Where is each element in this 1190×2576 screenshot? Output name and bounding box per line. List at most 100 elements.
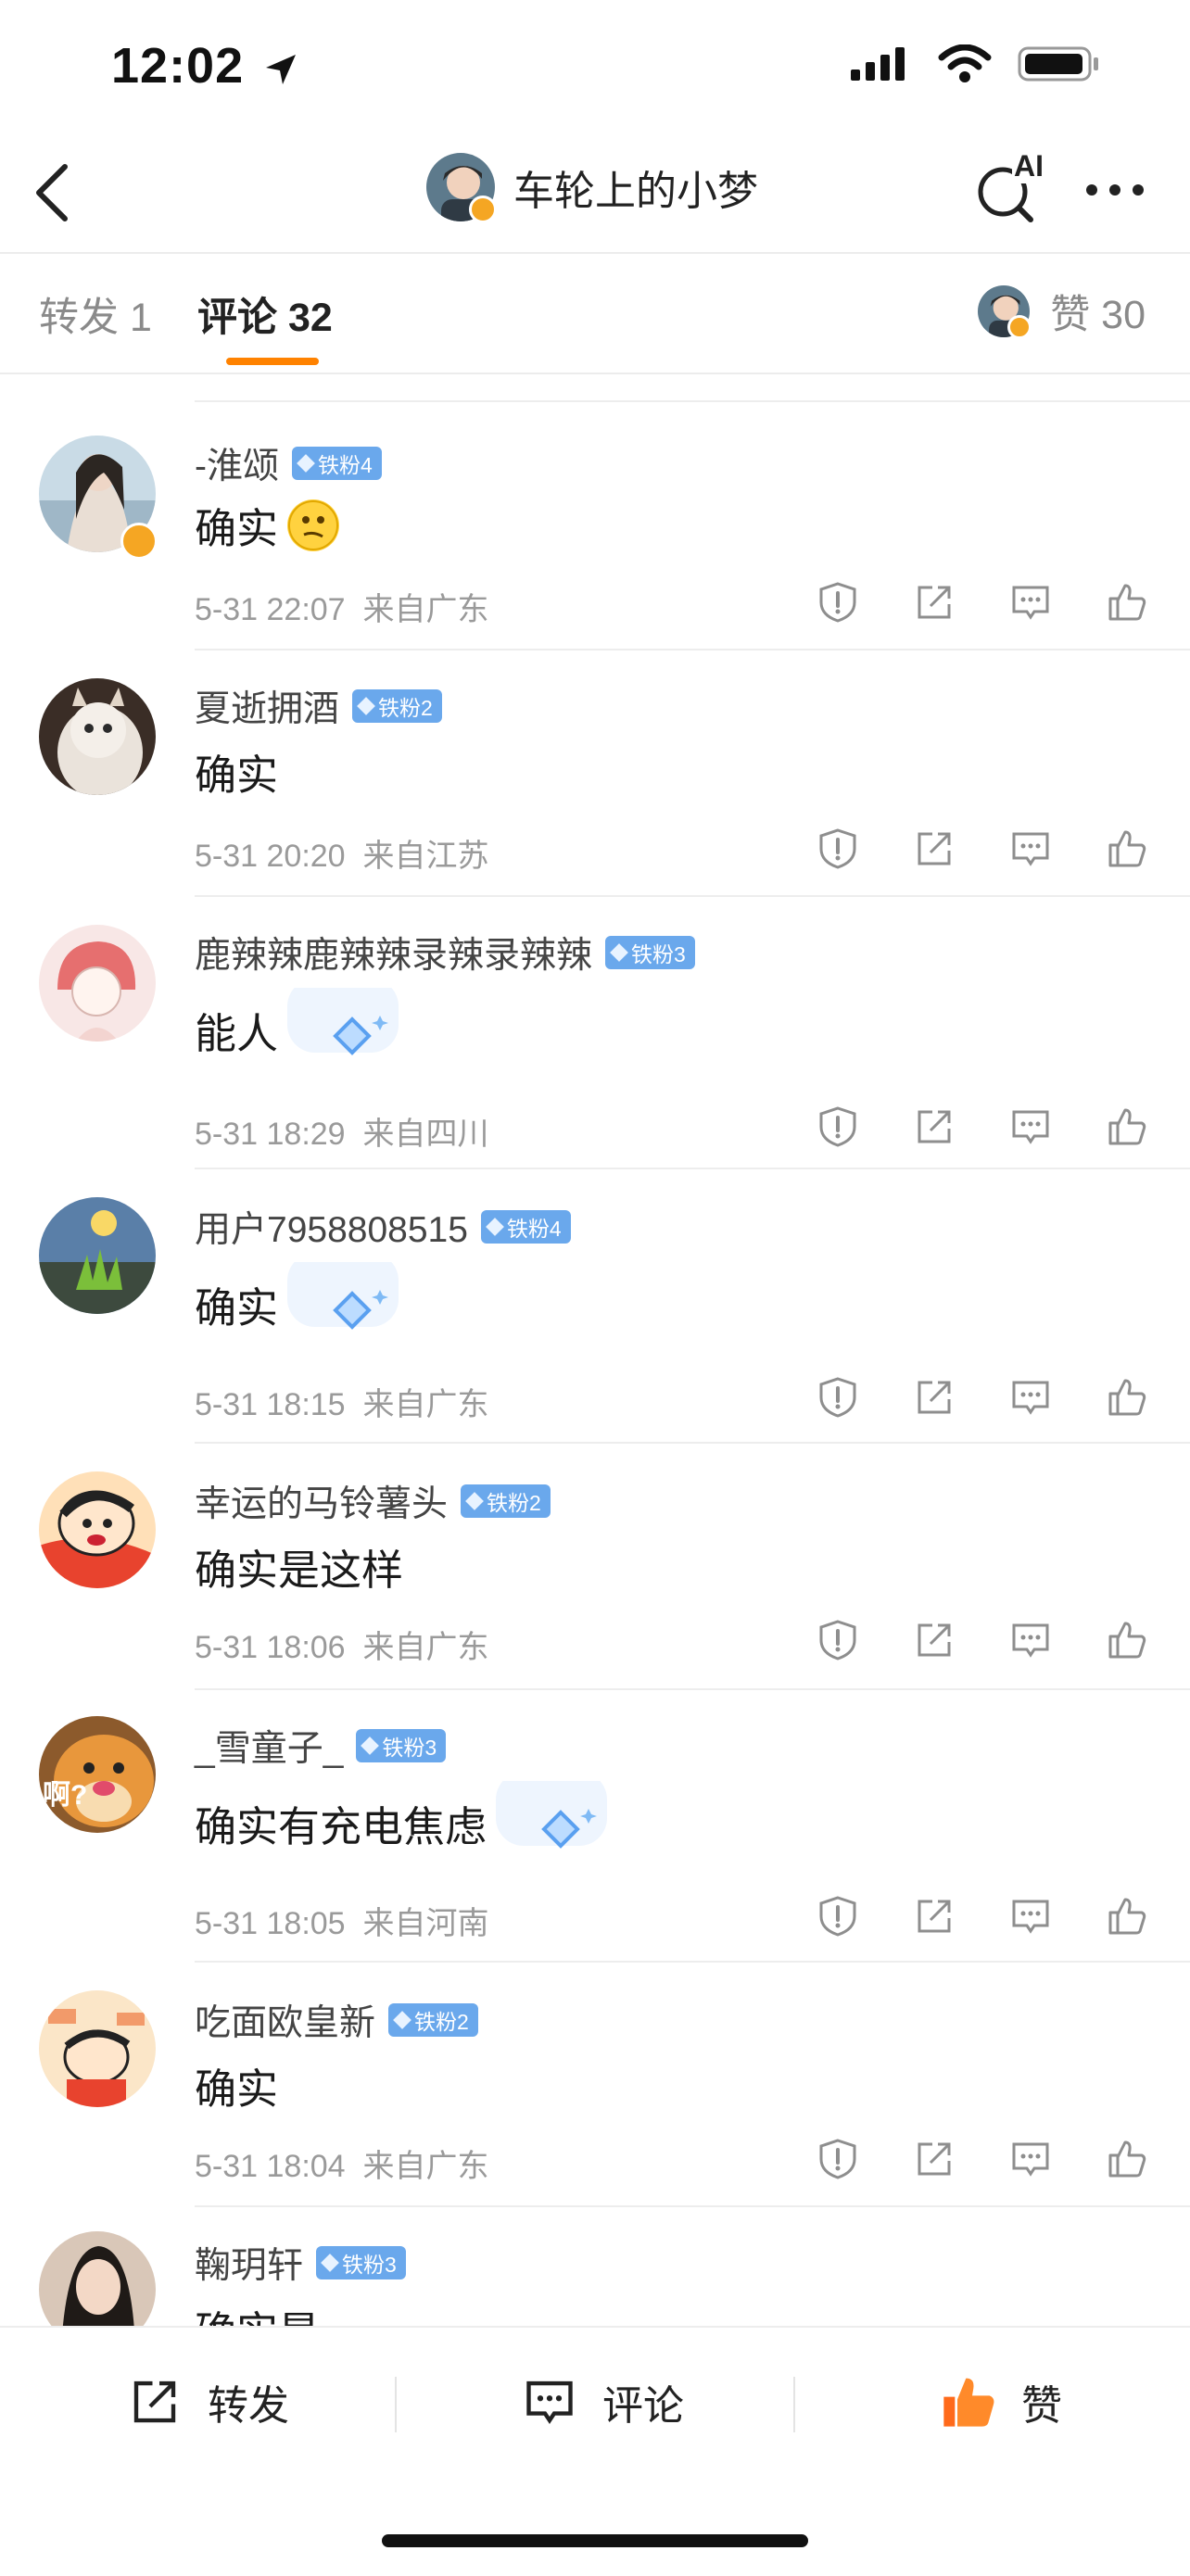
back-button[interactable] [26, 156, 82, 230]
bottom-forward-button[interactable]: 转发 [122, 2372, 289, 2431]
fan-badge: 铁粉4 [292, 447, 382, 480]
diamond-sticker-icon [287, 979, 417, 1071]
diamond-icon [297, 454, 315, 473]
fan-badge: 铁粉3 [356, 1729, 447, 1762]
header-avatar[interactable] [426, 153, 497, 223]
comment-username[interactable]: 鹿辣辣鹿辣辣录辣录辣辣 铁粉3 [195, 927, 695, 979]
comment-username[interactable]: 用户7958808515 铁粉4 [195, 1201, 571, 1253]
comment-username[interactable]: _雪童子_ 铁粉3 [195, 1720, 447, 1772]
fan-badge-text: 铁粉3 [631, 942, 686, 966]
avatar[interactable]: 啊? [39, 1716, 156, 1833]
comment-text-content: 确实是 [195, 2298, 320, 2326]
reply-icon[interactable] [1008, 1618, 1053, 1662]
share-icon[interactable] [912, 1618, 956, 1662]
username-text: 用户7958808515 [195, 1210, 468, 1250]
comment-meta: 5-31 18:04 来自广东 [195, 2140, 489, 2186]
avatar[interactable] [39, 1990, 156, 2107]
thumbs-up-icon[interactable] [1105, 2137, 1149, 2181]
thumbs-up-icon[interactable] [1105, 827, 1149, 871]
shield-report-icon[interactable] [816, 2137, 860, 2181]
reply-icon[interactable] [1008, 1894, 1053, 1938]
diamond-sticker-icon [287, 1253, 417, 1345]
comment-time: 5-31 18:05 [195, 1906, 346, 1941]
status-icons [849, 44, 1101, 83]
bottom-divider [793, 2377, 795, 2432]
comment-meta: 5-31 18:06 来自广东 [195, 1622, 489, 1667]
comment-username[interactable]: -淮颂 铁粉4 [195, 437, 382, 489]
thumbs-up-filled-icon [943, 2378, 994, 2427]
share-icon[interactable] [912, 1105, 956, 1149]
comment-time: 5-31 18:06 [195, 1630, 346, 1665]
bottom-comment-button[interactable]: 评论 [517, 2372, 684, 2431]
fan-badge-text: 铁粉2 [487, 1491, 541, 1515]
fan-badge: 铁粉2 [388, 2003, 478, 2037]
chevron-left-icon [36, 164, 68, 221]
avatar[interactable] [39, 1471, 156, 1588]
share-icon[interactable] [912, 2137, 956, 2181]
reply-icon[interactable] [1008, 2137, 1053, 2181]
shield-report-icon[interactable] [816, 1375, 860, 1420]
comment-text: 能人 [195, 979, 417, 1071]
fan-badge-text: 铁粉4 [318, 453, 373, 477]
avatar[interactable] [39, 2231, 156, 2326]
comment-actions [816, 1618, 1149, 1662]
diamond-icon [465, 1492, 484, 1510]
avatar[interactable] [39, 1197, 156, 1314]
reply-icon[interactable] [1008, 1105, 1053, 1149]
comment-separator [195, 649, 1190, 650]
fan-badge: 铁粉2 [461, 1484, 551, 1518]
thumbs-up-icon[interactable] [1105, 1105, 1149, 1149]
more-button[interactable] [1082, 176, 1147, 204]
reply-icon[interactable] [1008, 1375, 1053, 1420]
comment-actions [816, 1894, 1149, 1938]
reply-icon[interactable] [1008, 827, 1053, 871]
thumbs-up-icon[interactable] [1105, 1894, 1149, 1938]
comment-meta: 5-31 18:29 来自四川 [195, 1108, 489, 1154]
comment-item[interactable]: 鞠玥轩 铁粉3 确实是 [0, 2205, 1190, 2326]
shield-report-icon[interactable] [816, 580, 860, 625]
shield-report-icon[interactable] [816, 1618, 860, 1662]
comment-separator [195, 1961, 1190, 1963]
shield-report-icon[interactable] [816, 1894, 860, 1938]
comment-time: 5-31 18:29 [195, 1117, 346, 1152]
comment-username[interactable]: 鞠玥轩 铁粉3 [195, 2237, 406, 2289]
likes-count: 赞 30 [1050, 293, 1146, 337]
share-icon[interactable] [912, 827, 956, 871]
share-icon[interactable] [912, 1894, 956, 1938]
comment-time: 5-31 22:07 [195, 592, 346, 627]
username-text: 夏逝拥酒 [195, 689, 340, 729]
thumbs-up-icon[interactable] [1105, 1375, 1149, 1420]
diamond-icon [321, 2254, 339, 2272]
tab-comment[interactable]: 评论 32 [197, 285, 333, 343]
avatar[interactable] [39, 925, 156, 1042]
comment-text-content: 确实 [195, 2065, 279, 2113]
tab-active-indicator [226, 358, 319, 365]
signal-icon [851, 47, 905, 81]
comment-username[interactable]: 幸运的马铃薯头 铁粉2 [195, 1475, 551, 1527]
thumbs-up-icon[interactable] [1105, 1618, 1149, 1662]
tab-likes[interactable]: 赞 30 [978, 283, 1146, 340]
thumbs-up-icon[interactable] [1105, 580, 1149, 625]
avatar[interactable] [39, 678, 156, 795]
reply-icon[interactable] [1008, 580, 1053, 625]
fan-badge-text: 铁粉2 [414, 2010, 469, 2034]
comment-text: 确实有充电焦虑 [195, 1772, 626, 1864]
avatar-image [39, 1990, 156, 2107]
comment-time: 5-31 18:04 [195, 2149, 346, 2184]
bottom-like-button[interactable]: 赞 [936, 2372, 1062, 2431]
comment-meta: 5-31 18:15 来自广东 [195, 1379, 489, 1424]
comment-text-content: 确实是这样 [195, 1547, 404, 1594]
comment-text: 确实是这样 [195, 1536, 403, 1597]
fan-badge-text: 铁粉3 [342, 2253, 397, 2277]
share-icon[interactable] [912, 1375, 956, 1420]
shield-report-icon[interactable] [816, 1105, 860, 1149]
ai-search-button[interactable]: AI [973, 149, 1047, 227]
comment-username[interactable]: 夏逝拥酒 铁粉2 [195, 680, 442, 732]
shield-report-icon[interactable] [816, 827, 860, 871]
status-time-text: 12:02 [111, 38, 245, 94]
tab-forward[interactable]: 转发 1 [39, 285, 152, 343]
share-icon[interactable] [912, 580, 956, 625]
header-user[interactable]: 车轮上的小梦 [426, 153, 758, 223]
comment-username[interactable]: 吃面欧皇新 铁粉2 [195, 1994, 478, 2046]
wifi-icon [938, 44, 992, 82]
